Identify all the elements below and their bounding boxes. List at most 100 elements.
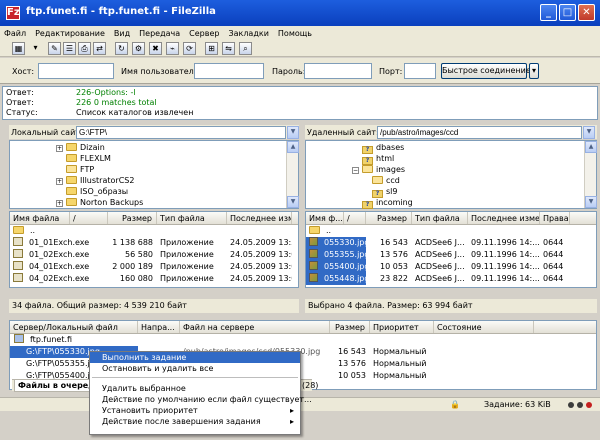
folder-up-icon [13,226,24,234]
table-row[interactable]: 01_01Exch.exe 1 138 688 Приложение 24.05.20… [10,237,298,249]
tree-item[interactable]: + Dizain [56,142,105,153]
menu-transfer[interactable]: Передача [139,29,180,38]
table-row[interactable]: 04_02Exch.exe 160 080 Приложение 24.05.2009… [10,273,298,285]
cancel-icon[interactable]: ✖ [149,42,162,55]
col-modified[interactable]: Последнее измен [227,212,292,224]
table-row[interactable]: 04_01Exch.exe 2 000 189 Приложение 24.05.20… [10,261,298,273]
col-type[interactable]: Тип файла [157,212,227,224]
tree-item[interactable]: ? incoming [362,197,413,209]
site-manager-icon[interactable]: ▦ [12,42,25,55]
remote-tree[interactable]: ? dbases ? html − images ccd ? sl9 ? incoming… [305,140,597,209]
table-row[interactable]: .. [306,225,596,237]
tree-item[interactable]: + Norton Backups [56,197,143,208]
tree-item[interactable]: FLEXLM [66,153,111,164]
log-line: Статус: Список каталогов извлечен [6,108,194,117]
remote-tree-scrollbar[interactable]: ▲ ▼ [584,141,597,208]
table-row[interactable]: .. [10,225,298,237]
maximize-button[interactable]: □ [559,4,576,21]
col-sort-indicator: / [344,212,366,224]
local-path-input[interactable] [76,125,286,139]
log-line: Ответ: 226 0 matches total [6,98,157,107]
toggle-local-tree-icon[interactable]: ☰ [63,42,76,55]
menu-server[interactable]: Сервер [189,29,219,38]
sync-browse-icon[interactable]: ⇋ [222,42,235,55]
local-status: 34 файла. Общий размер: 4 539 210 байт [9,299,299,313]
tree-item[interactable]: + IllustratorCS2 [56,175,134,186]
filezilla-app-icon: Fz [6,6,20,20]
menu-item-process-queue[interactable]: Выполнить задание [90,352,300,363]
col-filename[interactable]: Имя файла [10,212,70,224]
toggle-log-icon[interactable]: ✎ [48,42,61,55]
title-bar[interactable]: Fz ftp.funet.fi - ftp.funet.fi - FileZil… [0,0,600,26]
col-local-file[interactable]: Сервер/Локальный файл [10,321,138,333]
menu-item-stop-remove-all[interactable]: Остановить и удалить все [90,363,300,374]
col-modified[interactable]: Последнее изме... [468,212,540,224]
close-button[interactable]: ✕ [578,4,595,21]
server-icon [14,334,24,343]
quickconnect-dropdown-icon[interactable]: ▾ [529,63,539,79]
tree-item[interactable]: ISO_образы [66,186,128,197]
local-path-dropdown-icon[interactable]: ▼ [287,125,299,139]
host-label: Хост: [12,67,35,76]
local-tree-scrollbar[interactable]: ▲ ▼ [286,141,299,208]
disconnect-icon[interactable]: ⌁ [166,42,179,55]
tree-item[interactable]: FTP [66,164,94,175]
menu-view[interactable]: Вид [114,29,130,38]
col-size[interactable]: Размер [108,212,157,224]
folder-icon [66,198,77,206]
filter-icon[interactable]: ⊞ [205,42,218,55]
tree-item[interactable]: ccd [372,175,400,186]
table-row[interactable]: 055355.jpg 13 576 ACDSee6 J... 09.11.1996 1… [306,249,596,261]
menu-item-action-after-queue[interactable]: Действие после завершения задания ▸ [90,416,300,427]
col-remote-file[interactable]: Файл на сервере [180,321,330,333]
port-input[interactable] [404,63,436,79]
remote-list-header: Имя ф... / Размер Тип файла Последнее из… [306,212,596,225]
table-row[interactable]: 055330.jpg 16 543 ACDSee6 J... 09.11.1996 1… [306,237,596,249]
col-priority[interactable]: Приоритет [370,321,434,333]
submenu-arrow-icon: ▸ [289,406,294,415]
process-queue-icon[interactable]: ⚙ [132,42,145,55]
menu-help[interactable]: Помощь [278,29,312,38]
search-icon[interactable]: ⌕ [239,42,252,55]
col-direction[interactable]: Напра... [138,321,180,333]
toggle-queue-icon[interactable]: ⇄ [93,42,106,55]
status-led-icon [577,402,583,408]
table-row[interactable]: 01_02Exch.exe 56 580 Приложение 24.05.2009 … [10,249,298,261]
minimize-button[interactable]: _ [540,4,557,21]
col-size[interactable]: Размер [330,321,370,333]
username-label: Имя пользователя [121,67,199,76]
remote-path-input[interactable] [377,125,582,139]
quickconnect-button[interactable]: Быстрое соединение [441,63,531,79]
col-filename[interactable]: Имя ф... [306,212,344,224]
remote-path-dropdown-icon[interactable]: ▼ [583,125,595,139]
col-size[interactable]: Размер [366,212,412,224]
password-input[interactable] [304,63,372,79]
refresh-icon[interactable]: ↻ [115,42,128,55]
tree-item[interactable]: ? dbases [362,142,404,154]
queue-count: (28) [302,381,319,390]
menu-file[interactable]: Файл [4,29,26,38]
col-type[interactable]: Тип файла [412,212,468,224]
tree-item[interactable]: ? html [362,153,394,165]
tree-item[interactable]: − images [352,164,405,175]
menu-bookmarks[interactable]: Закладки [228,29,268,38]
table-row[interactable]: 055400.jpg 10 053 ACDSee6 J... 09.11.1996 1… [306,261,596,273]
table-row[interactable]: 055448.jpg 23 822 ACDSee6 J... 09.11.1996 1… [306,273,596,285]
col-status[interactable]: Состояние [434,321,534,333]
tree-item[interactable]: ? sl9 [372,186,397,198]
local-tree[interactable]: + Dizain FLEXLM FTP + IllustratorCS2 ISO_о… [9,140,299,209]
col-permissions[interactable]: Права [540,212,570,224]
menu-item-default-file-exists-action[interactable]: Действие по умолчанию если файл существу… [90,394,312,405]
menu-edit[interactable]: Редактирование [35,29,105,38]
username-input[interactable] [194,63,264,79]
local-file-list[interactable]: Имя файла / Размер Тип файла Последнее и… [9,211,299,288]
menu-item-remove-selected[interactable]: Удалить выбранное [90,383,300,394]
remote-file-list[interactable]: Имя ф... / Размер Тип файла Последнее из… [305,211,597,288]
site-manager-dropdown-icon[interactable]: ▾ [32,42,39,55]
reconnect-icon[interactable]: ⟳ [183,42,196,55]
host-input[interactable] [38,63,114,79]
menu-item-set-priority[interactable]: Установить приоритет ▸ [90,405,300,416]
queue-server-row[interactable]: ftp.funet.fi [10,334,596,346]
toggle-remote-tree-icon[interactable]: ⎙ [78,42,91,55]
message-log[interactable]: Ответ: 226-Options: -l Ответ: 226 0 matche… [2,86,598,120]
